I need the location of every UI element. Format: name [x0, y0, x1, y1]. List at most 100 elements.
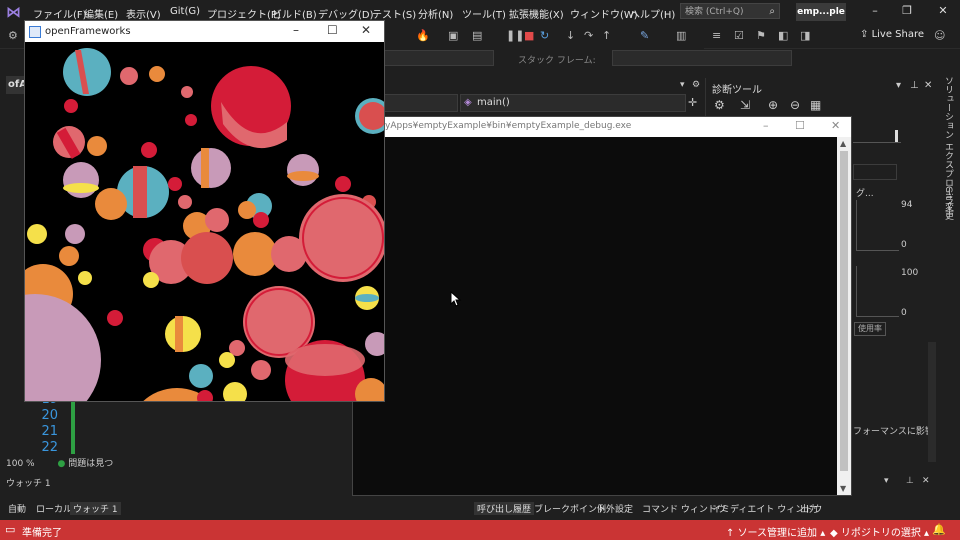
tab-locals[interactable]: ローカル: [36, 502, 72, 515]
issues-text[interactable]: 問題は見つ: [68, 459, 113, 469]
tab-breakpoints[interactable]: ブレークポイント: [534, 502, 606, 515]
bookmark-icon[interactable]: ⚑: [756, 29, 766, 42]
console-titlebar[interactable]: yApps¥emptyExample¥bin¥emptyExample_debu…: [353, 117, 851, 137]
sphere: [185, 114, 197, 126]
stop-icon[interactable]: ■: [524, 29, 534, 42]
tab-exception-settings[interactable]: 例外設定: [597, 502, 633, 515]
maximize-icon[interactable]: ☐: [327, 23, 338, 37]
menu-extensions[interactable]: 拡張機能(X): [509, 6, 564, 21]
pin-icon[interactable]: ⊥: [910, 80, 919, 91]
diag-input[interactable]: [853, 164, 897, 180]
menu-view[interactable]: 表示(V): [126, 6, 161, 21]
zoom-in-icon[interactable]: ⊕: [768, 98, 778, 112]
restore-icon[interactable]: ❐: [898, 3, 916, 19]
search-icon: ⌕: [769, 6, 775, 17]
pin-icon[interactable]: ⊥: [906, 476, 914, 486]
hot-reload-icon[interactable]: 🔥: [416, 29, 430, 42]
tab-call-stack[interactable]: 呼び出し履歴: [474, 502, 535, 515]
git-changes-tab[interactable]: Git 変更: [942, 186, 955, 220]
sphere: [181, 86, 193, 98]
close-icon[interactable]: ✕: [924, 80, 932, 91]
sphere: [287, 154, 319, 186]
memory-icon[interactable]: ▥: [676, 29, 686, 42]
scroll-down-icon[interactable]: ▼: [840, 484, 846, 493]
of-titlebar[interactable]: openFrameworks – ☐ ✕: [25, 21, 384, 42]
pause-icon[interactable]: ❚❚: [506, 29, 524, 42]
menu-git[interactable]: Git(G): [170, 6, 200, 17]
maximize-icon[interactable]: ☐: [795, 119, 805, 132]
sphere: [233, 232, 277, 276]
right-tool-strip: ソリューション エクスプローラー Git 変更: [936, 70, 960, 490]
sphere: [95, 188, 127, 220]
debug-settings-icon[interactable]: ⚙: [8, 29, 18, 42]
layout-icon[interactable]: ▤: [472, 29, 482, 42]
close-icon[interactable]: ✕: [934, 3, 952, 19]
sphere: [253, 212, 269, 228]
minimize-icon[interactable]: –: [866, 3, 884, 19]
sphere-band: [175, 316, 183, 352]
dropdown-icon[interactable]: ▾: [680, 80, 685, 90]
openframeworks-window[interactable]: openFrameworks – ☐ ✕: [24, 20, 385, 402]
menu-test[interactable]: テスト(S): [372, 6, 416, 21]
settings-icon[interactable]: ⚙: [714, 98, 725, 112]
tab-watch1[interactable]: ウォッチ 1: [70, 502, 121, 515]
thread-combo[interactable]: [384, 50, 494, 66]
line-number: 20: [41, 408, 58, 423]
chart-icon[interactable]: ▦: [810, 98, 821, 112]
close-icon[interactable]: ✕: [922, 476, 930, 486]
menu-window[interactable]: ウィンドウ(W): [570, 6, 638, 21]
menu-build[interactable]: ビルド(B): [272, 6, 317, 21]
solution-name-badge[interactable]: emp...ple: [796, 3, 846, 21]
zoom-level[interactable]: 100 %: [6, 459, 35, 469]
add-to-source-control[interactable]: ↑ ソース管理に追加 ▴: [726, 524, 825, 539]
settings-icon[interactable]: ⚙: [692, 80, 700, 90]
step-into-icon[interactable]: ↓: [566, 29, 575, 42]
close-icon[interactable]: ✕: [831, 119, 840, 132]
feedback-icon[interactable]: ☺: [934, 29, 945, 42]
sphere: [189, 364, 213, 388]
watch-title: ウォッチ 1: [6, 479, 51, 489]
menu-help[interactable]: ヘルプ(H): [630, 6, 675, 21]
tab-output[interactable]: 出力: [800, 502, 818, 515]
next-bookmark-icon[interactable]: ◨: [800, 29, 810, 42]
sphere-band: [63, 183, 99, 193]
search-input[interactable]: 検索 (Ctrl+Q) ⌕: [680, 3, 780, 19]
cpu-usage-tab[interactable]: 使用率: [854, 322, 886, 336]
prev-bookmark-icon[interactable]: ◧: [778, 29, 788, 42]
scope-combo[interactable]: [384, 94, 458, 112]
select-repository[interactable]: ◆ リポジトリの選択 ▴: [830, 524, 929, 539]
console-scrollbar[interactable]: ▲ ▼: [837, 137, 851, 495]
zoom-out-icon[interactable]: ⊖: [790, 98, 800, 112]
sphere: [107, 310, 123, 326]
restart-icon[interactable]: ↻: [540, 29, 549, 42]
dropdown-icon[interactable]: ▾: [896, 80, 901, 91]
step-over-icon[interactable]: ↷: [584, 29, 593, 42]
split-icon[interactable]: ✛: [688, 96, 697, 109]
menu-project[interactable]: プロジェクト(P): [207, 6, 281, 21]
console-window[interactable]: yApps¥emptyExample¥bin¥emptyExample_debu…: [352, 116, 852, 496]
menu-edit[interactable]: 編集(E): [84, 6, 118, 21]
menu-file[interactable]: ファイル(F): [33, 6, 87, 21]
stack-frame-combo[interactable]: [612, 50, 792, 66]
scroll-thumb[interactable]: [840, 151, 848, 471]
minimize-icon[interactable]: –: [763, 119, 769, 132]
scroll-up-icon[interactable]: ▲: [840, 139, 846, 148]
checkbox-icon[interactable]: ☑: [734, 29, 744, 42]
export-icon[interactable]: ⇲: [740, 98, 750, 112]
notification-icon[interactable]: 🔔: [932, 523, 946, 536]
window-icon[interactable]: ▣: [448, 29, 458, 42]
memory-graph: [856, 200, 899, 251]
close-icon[interactable]: ✕: [361, 23, 371, 37]
live-share-button[interactable]: ⇪ Live Share: [860, 29, 924, 40]
step-out-icon[interactable]: ↑: [602, 29, 611, 42]
comment-icon[interactable]: ≡: [712, 29, 721, 42]
breakpoint-icon[interactable]: ✎: [640, 29, 649, 42]
menu-analyze[interactable]: 分析(N): [418, 6, 453, 21]
function-combo[interactable]: ◈ main(): [460, 94, 686, 112]
menu-debug[interactable]: デバッグ(D): [318, 6, 374, 21]
scrollbar[interactable]: [928, 342, 936, 462]
dropdown-icon[interactable]: ▾: [884, 476, 889, 486]
minimize-icon[interactable]: –: [293, 23, 299, 37]
tab-auto[interactable]: 自動: [8, 502, 26, 515]
menu-tools[interactable]: ツール(T): [462, 6, 506, 21]
